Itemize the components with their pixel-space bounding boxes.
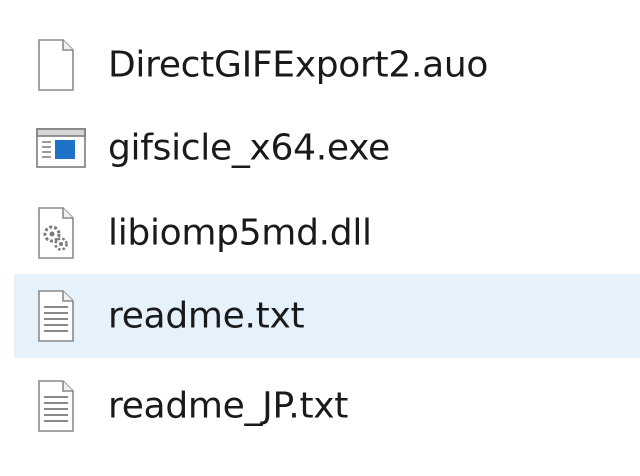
file-item-readme-txt[interactable]: readme.txt <box>14 274 640 358</box>
file-item-directgifexport2-auo[interactable]: DirectGIFExport2.auo <box>14 23 640 107</box>
file-name: DirectGIFExport2.auo <box>108 44 489 86</box>
text-file-icon <box>38 290 74 342</box>
file-item-gifsicle-x64-exe[interactable]: gifsicle_x64.exe <box>14 106 640 190</box>
file-name: libiomp5md.dll <box>108 212 372 254</box>
file-list: DirectGIFExport2.auo gifsicle_x64.exe li… <box>0 0 640 476</box>
text-file-icon <box>38 380 74 432</box>
file-name: readme_JP.txt <box>108 385 349 427</box>
file-name: readme.txt <box>108 295 305 337</box>
blank-file-icon <box>38 39 74 91</box>
file-name: gifsicle_x64.exe <box>108 127 390 169</box>
file-item-libiomp5md-dll[interactable]: libiomp5md.dll <box>14 191 640 275</box>
dll-gears-file-icon <box>38 207 74 259</box>
file-item-readme-jp-txt[interactable]: readme_JP.txt <box>14 364 640 448</box>
application-window-icon <box>36 128 86 168</box>
